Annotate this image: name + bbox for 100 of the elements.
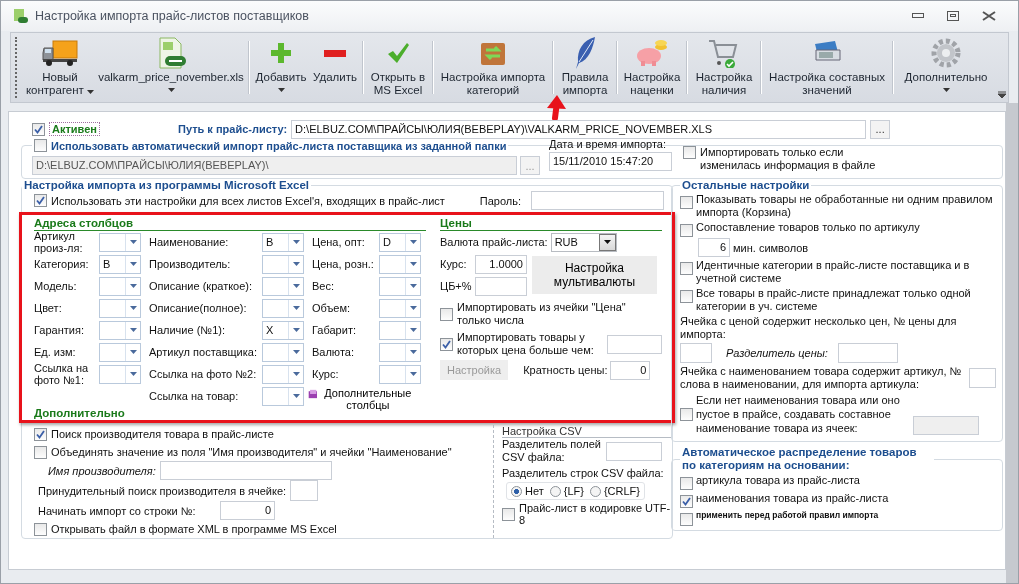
separator-field[interactable] [837, 343, 898, 363]
column-select[interactable] [262, 364, 304, 384]
scrollbar[interactable] [1006, 103, 1018, 583]
more-columns-button[interactable]: Дополнительные столбцы [308, 385, 414, 411]
column-select[interactable]: X [262, 320, 304, 340]
word-number-field[interactable] [969, 368, 996, 388]
column-select[interactable] [379, 320, 421, 340]
column-select[interactable] [262, 254, 304, 274]
column-select[interactable] [99, 232, 141, 252]
radio-button[interactable]: {LF} [549, 485, 584, 497]
column-select[interactable] [99, 320, 141, 340]
toolbar-button[interactable]: Дополнительно [897, 33, 995, 102]
cells-field[interactable] [913, 416, 979, 435]
separator-field[interactable] [606, 441, 662, 461]
toolbar-button[interactable]: Настройка наценки [621, 33, 683, 102]
checkbox[interactable] [34, 139, 47, 152]
checkbox[interactable] [680, 262, 693, 275]
column-select[interactable] [99, 276, 141, 296]
section-heading: Дополнительно [34, 407, 126, 420]
checkbox-label: Использовать автоматический импорт прайс-листа поставщика из заданной папки [51, 139, 507, 152]
password-field[interactable] [531, 191, 664, 210]
checkbox[interactable] [680, 513, 693, 526]
radio-button[interactable]: Нет [511, 485, 544, 497]
checkbox[interactable] [34, 445, 47, 459]
start-row-field[interactable]: 0 [220, 501, 275, 520]
checkbox[interactable] [440, 337, 453, 351]
toolbar-button[interactable]: Правила импорта [557, 33, 613, 102]
column-select[interactable]: D [379, 232, 421, 252]
checkbox[interactable] [683, 146, 696, 159]
toolbar-button[interactable]: Настройка составных значений [765, 33, 889, 102]
checkbox[interactable] [680, 477, 693, 490]
min-chars-field[interactable]: 6 [698, 238, 730, 257]
toolbar-button[interactable]: Новый контрагент [25, 33, 95, 102]
toolbar-button[interactable]: Удалить [311, 33, 359, 102]
column-select[interactable] [99, 364, 141, 384]
checkbox[interactable] [680, 196, 693, 209]
currency-select[interactable]: RUB [550, 232, 617, 252]
checkbox[interactable] [34, 427, 47, 441]
checkbox[interactable] [440, 307, 453, 321]
field-label: ЦБ+% [440, 280, 472, 292]
checkbox-label: Активен [49, 122, 100, 136]
field-label: Модель: [34, 280, 78, 292]
field-label: Валюта прайс-листа: [440, 236, 548, 248]
price-number-field[interactable] [680, 343, 712, 363]
field-label: Описание (краткое): [149, 280, 254, 292]
checkbox[interactable] [502, 507, 515, 521]
checkbox[interactable] [680, 290, 693, 303]
checkbox[interactable] [32, 122, 45, 136]
column-select[interactable] [99, 298, 141, 318]
dropdown-arrow-icon [292, 262, 300, 266]
overflow-icon[interactable] [998, 91, 1006, 99]
price-field[interactable] [606, 334, 662, 354]
dropdown-arrow-icon [129, 262, 137, 266]
checkbox[interactable] [34, 522, 47, 536]
rate-field[interactable]: 1.0000 [475, 254, 527, 274]
folder-field[interactable]: D:\ELBUZ.COM\ПРАЙСЫ\ЮЛИЯ(BEBEPLAY)\ [32, 156, 517, 175]
field-label: Описание(полное): [149, 302, 248, 314]
field-label: Курс: [440, 258, 468, 270]
field-label: Имя производителя: [48, 464, 156, 477]
multicurrency-button[interactable]: Настройка мультивалюты [532, 256, 657, 294]
column-select[interactable] [262, 386, 304, 406]
column-select[interactable] [379, 364, 421, 384]
field-label: Цена, опт: [312, 236, 366, 248]
checkbox[interactable] [680, 224, 693, 237]
column-select[interactable] [262, 342, 304, 362]
radio-button[interactable]: {CRLF} [589, 485, 640, 497]
column-select[interactable]: B [99, 254, 141, 274]
checkbox[interactable] [34, 194, 47, 207]
multiplicity-field[interactable]: 0 [610, 360, 651, 380]
toolbar-button[interactable]: Открыть в MS Excel [367, 33, 429, 102]
column-select[interactable] [379, 276, 421, 296]
toolbar-button[interactable]: valkarm_price_november.xls [97, 33, 245, 102]
cell-field[interactable] [290, 480, 319, 501]
checkbox[interactable] [680, 495, 693, 508]
maximize-icon[interactable] [947, 11, 959, 21]
field-label: Принудительный поиск производителя в ячейке: [38, 484, 287, 497]
close-icon[interactable] [982, 11, 996, 21]
minus-icon [324, 49, 346, 57]
path-field[interactable]: D:\ELBUZ.COM\ПРАЙСЫ\ЮЛИЯ(BEBEPLAY)\VALKARM_PRICE_NOVEMBER.XLS [291, 119, 867, 139]
percent-field[interactable] [475, 276, 527, 296]
dropdown-arrow-icon [292, 350, 300, 354]
checkbox-label: Если нет наименования товара или оно пустое в прайсе, создавать составное наименование товара из ячеек: [696, 393, 901, 435]
column-select[interactable] [379, 298, 421, 318]
manufacturer-field[interactable] [159, 461, 332, 480]
browse-button[interactable]: ... [870, 119, 891, 139]
dropdown-arrow-icon [409, 372, 417, 376]
checkbox[interactable] [680, 408, 693, 421]
toolbar-button[interactable]: Добавить [253, 33, 309, 102]
column-select[interactable]: B [262, 232, 304, 252]
dropdown-arrow-icon [409, 328, 417, 332]
column-select[interactable] [99, 342, 141, 362]
date-field[interactable]: 15/11/2010 15:47:20 [549, 152, 672, 171]
column-select[interactable] [379, 342, 421, 362]
column-select[interactable] [379, 254, 421, 274]
minimize-icon[interactable] [912, 13, 924, 19]
toolbar-button[interactable]: Настройка импорта категорий [437, 33, 549, 102]
column-select[interactable] [262, 276, 304, 296]
toolbar-button[interactable]: Настройка наличия [691, 33, 757, 102]
dropdown-arrow-icon [409, 284, 417, 288]
column-select[interactable] [262, 298, 304, 318]
